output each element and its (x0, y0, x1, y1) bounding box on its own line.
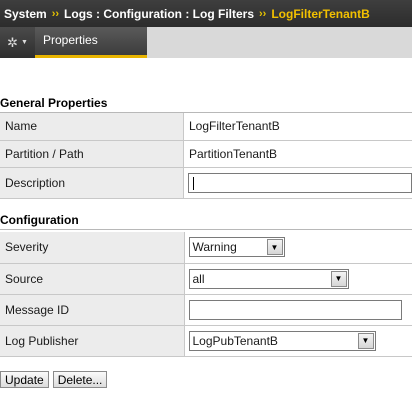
chevron-down-icon: ▼ (330, 270, 347, 287)
text-cursor (193, 176, 194, 190)
table-row: Description (0, 167, 412, 199)
gear-icon: ✲ (7, 34, 18, 50)
breadcrumb-separator: ›› (51, 7, 60, 20)
table-row: Partition / Path PartitionTenantB (0, 140, 412, 168)
form-actions: Update Delete... (0, 371, 108, 388)
source-select[interactable]: all ▼ (188, 268, 349, 289)
severity-select[interactable]: Warning ▼ (188, 237, 285, 258)
configuration-table: Severity Warning ▼ Source all ▼ Message … (0, 232, 412, 357)
table-row: Name LogFilterTenantB (0, 113, 412, 141)
settings-menu-button[interactable]: ✲ ▼ (0, 27, 35, 58)
update-button[interactable]: Update (0, 371, 49, 388)
general-properties-heading: General Properties (0, 96, 412, 113)
name-label: Name (0, 113, 184, 141)
name-value: LogFilterTenantB (183, 113, 412, 141)
message-id-field[interactable] (188, 299, 402, 320)
delete-button[interactable]: Delete... (52, 371, 108, 388)
severity-label: Severity (0, 232, 185, 264)
breadcrumb-current: LogFilterTenantB (271, 6, 370, 21)
description-field[interactable] (188, 172, 412, 193)
log-publisher-value: LogPubTenantB (192, 333, 278, 348)
tab-bar: ✲ ▼ Properties (0, 27, 412, 58)
log-publisher-select[interactable]: LogPubTenantB ▼ (188, 330, 376, 351)
general-properties-table: Name LogFilterTenantB Partition / Path P… (0, 113, 412, 199)
table-row: Log Publisher LogPubTenantB ▼ (0, 325, 412, 357)
chevron-down-icon: ▼ (20, 39, 28, 46)
configuration-heading: Configuration (0, 213, 412, 230)
source-value: all (192, 271, 205, 286)
table-row: Message ID (0, 294, 412, 326)
partition-value: PartitionTenantB (183, 140, 412, 168)
table-row: Severity Warning ▼ (0, 232, 412, 264)
description-label: Description (0, 167, 184, 199)
partition-label: Partition / Path (0, 140, 184, 168)
severity-value: Warning (192, 240, 237, 255)
log-publisher-label: Log Publisher (0, 325, 185, 357)
source-label: Source (0, 263, 185, 295)
breadcrumb-item-log-filters[interactable]: Logs : Configuration : Log Filters (64, 7, 254, 21)
message-id-label: Message ID (0, 294, 185, 326)
table-row: Source all ▼ (0, 263, 412, 295)
breadcrumb-item-system[interactable]: System (4, 7, 47, 21)
tab-properties[interactable]: Properties (35, 27, 147, 58)
breadcrumb: System ›› Logs : Configuration : Log Fil… (0, 0, 412, 27)
breadcrumb-separator: ›› (259, 7, 267, 20)
chevron-down-icon: ▼ (357, 332, 374, 349)
chevron-down-icon: ▼ (266, 239, 283, 256)
